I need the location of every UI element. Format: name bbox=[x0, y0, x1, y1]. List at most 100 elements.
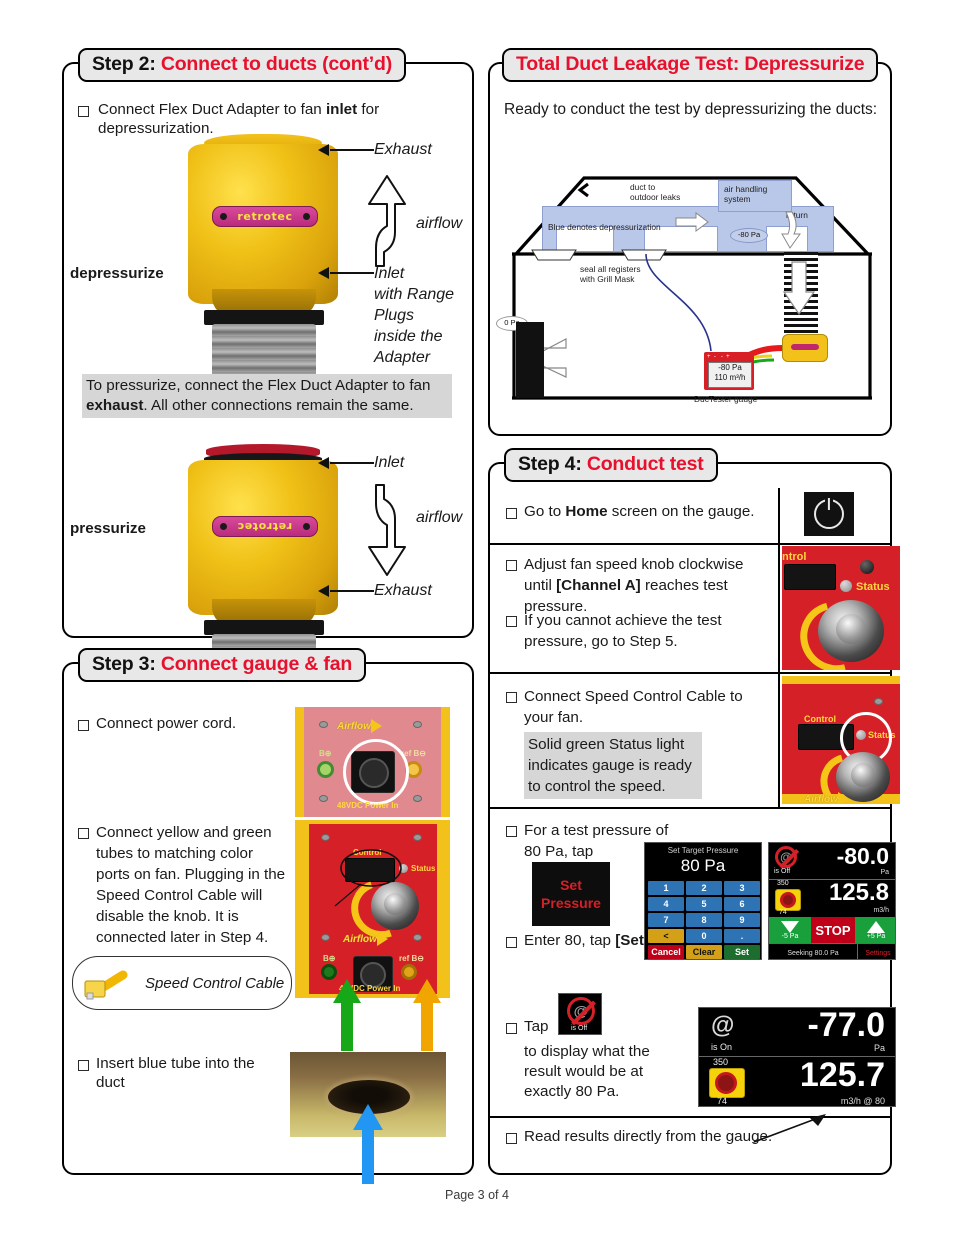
step3-title: Step 3: Connect gauge & fan bbox=[78, 648, 367, 682]
step4-title-step: Step 4: bbox=[518, 453, 582, 475]
keypad-key-2[interactable]: 2 bbox=[686, 881, 722, 895]
callout-exhaust-bottom: Exhaust bbox=[374, 582, 432, 599]
step4-panel: Step 4: Conduct test Go to Home screen o… bbox=[488, 448, 900, 1175]
step4-row7-text: Tap bbox=[524, 1018, 549, 1035]
step3-item-2: Connect yellow and green tubes to matchi… bbox=[96, 824, 286, 946]
gauge1-down-label: -5 Pa bbox=[781, 932, 799, 940]
status-label: Status bbox=[411, 864, 436, 873]
leakage-test-intro: Ready to conduct the test by depressuriz… bbox=[504, 101, 878, 118]
keypad-clear-button[interactable]: Clear bbox=[686, 945, 722, 959]
ductester-gauge-label: DucTester gauge bbox=[694, 394, 758, 404]
keypad-key-9[interactable]: 9 bbox=[724, 913, 760, 927]
step4-checkbox-6[interactable] bbox=[506, 937, 517, 948]
step2-title-name: Connect to ducts (cont’d) bbox=[160, 53, 392, 75]
inlet-arrow-head bbox=[318, 267, 329, 279]
keypad-key-backspace[interactable]: < bbox=[648, 929, 684, 943]
gauge1-stop-button[interactable]: STOP bbox=[811, 917, 855, 943]
gauge1-settings-button[interactable]: Settings bbox=[857, 943, 895, 959]
step4-checkbox-8[interactable] bbox=[506, 1133, 517, 1144]
power-connector-highlight bbox=[343, 739, 409, 805]
port-b-green-2[interactable] bbox=[321, 964, 337, 980]
step4-checkbox-3[interactable] bbox=[506, 616, 517, 627]
airflow-chip-photo: Airflow bbox=[804, 792, 849, 804]
keypad-key-0[interactable]: 0 bbox=[686, 929, 722, 943]
step2-title: Step 2: Connect to ducts (cont’d) bbox=[78, 48, 406, 82]
house-diagram: duct to outdoor leaks air handling syste… bbox=[496, 126, 888, 426]
inlet2-arrow-line bbox=[330, 462, 374, 464]
row-divider-4 bbox=[490, 1116, 890, 1118]
keypad-key-7[interactable]: 7 bbox=[648, 913, 684, 927]
gauge-display: -80 Pa 110 m³/h bbox=[708, 362, 752, 388]
step2-bullet-1-a: Connect Flex Duct Adapter to fan bbox=[98, 101, 326, 118]
gauge1-up-label: +5 Pa bbox=[866, 932, 886, 940]
airflow-label-photo: Airflow bbox=[804, 793, 838, 805]
gauge1-decrease-button[interactable]: -5 Pa bbox=[769, 917, 811, 943]
keypad-key-dot[interactable]: . bbox=[724, 929, 760, 943]
set-pressure-button[interactable]: Set Pressure bbox=[532, 862, 610, 926]
screw2-tl bbox=[321, 834, 330, 841]
keypad-key-4[interactable]: 4 bbox=[648, 897, 684, 911]
step4-checkbox-1[interactable] bbox=[506, 508, 517, 519]
step3-checkbox-2[interactable] bbox=[78, 828, 89, 839]
port-b-label-2: B⊕ bbox=[323, 954, 336, 963]
step3-checkbox-1[interactable] bbox=[78, 720, 89, 731]
callout-airflow-top: airflow bbox=[416, 215, 463, 232]
gauge2-at-icon: @ bbox=[711, 1012, 735, 1039]
screw-br bbox=[413, 795, 422, 802]
gauge-screen-2[interactable]: @ is On -77.0 Pa 350 74 125.7 m3/h @ 80 bbox=[698, 1007, 896, 1107]
gauge-reading-pressure: -80 Pa bbox=[718, 363, 742, 372]
port-b-green[interactable] bbox=[317, 761, 334, 778]
inlet2-arrow-head bbox=[318, 457, 329, 469]
fan-speed-knob-photo[interactable] bbox=[818, 600, 884, 662]
fan-status-photo: Control Status Airflow bbox=[782, 676, 900, 804]
fan-power-panel-photo: Airflow B⊕ ref B⊖ 48VDC Power In bbox=[295, 707, 450, 817]
channel-off-label: is Off bbox=[571, 1025, 588, 1032]
screw-bl bbox=[319, 795, 328, 802]
step2-label-pressurize: pressurize bbox=[70, 520, 146, 537]
screw-tl bbox=[319, 721, 328, 728]
step3-checkbox-3[interactable] bbox=[78, 1060, 89, 1071]
port-refb-yellow-2[interactable] bbox=[401, 964, 417, 980]
keypad-value: 80 Pa bbox=[680, 856, 726, 875]
home-power-button-photo[interactable] bbox=[804, 492, 854, 536]
fan-logo-badge-2: retrotec bbox=[212, 516, 318, 537]
step4-checkbox-5[interactable] bbox=[506, 826, 517, 837]
keypad-key-1[interactable]: 1 bbox=[648, 881, 684, 895]
gauge1-flow: 125.8 bbox=[828, 879, 889, 906]
down-triangle-icon bbox=[781, 920, 799, 933]
gauge1-flow-row: 350 74 125.8 m3/h bbox=[769, 879, 895, 918]
step2-bullet-1-bold: inlet bbox=[325, 101, 358, 118]
airflow-label-2: Airflow bbox=[343, 933, 377, 945]
gauge2-flow-unit: m3/h @ 80 bbox=[840, 1096, 885, 1106]
rj45-port-photo[interactable] bbox=[784, 564, 836, 590]
step4-checkbox-7[interactable] bbox=[506, 1023, 517, 1034]
channel-off-icon-2: @ bbox=[567, 997, 596, 1026]
keypad-key-6[interactable]: 6 bbox=[724, 897, 760, 911]
keypad-set-button[interactable]: Set bbox=[724, 945, 760, 959]
keypad-screen[interactable]: Set Target Pressure 80 Pa 1 2 3 4 5 6 7 … bbox=[644, 842, 762, 960]
gauge1-increase-button[interactable]: +5 Pa bbox=[855, 917, 895, 943]
channel-off-icon[interactable]: @ bbox=[775, 846, 799, 869]
step2-pressurize-note: To pressurize, connect the Flex Duct Ada… bbox=[82, 374, 452, 418]
step4-checkbox-4[interactable] bbox=[506, 692, 517, 703]
step4-checkbox-2[interactable] bbox=[506, 560, 517, 571]
keypad-key-3[interactable]: 3 bbox=[724, 881, 760, 895]
status-led-photo bbox=[840, 580, 852, 592]
fan-strap bbox=[204, 310, 324, 325]
fan-knob-photo: ntrol Status bbox=[782, 546, 900, 670]
callout-inlet-l3: inside the Adapter bbox=[374, 328, 443, 366]
leakage-test-panel: Total Duct Leakage Test: Depressurize Re… bbox=[488, 48, 892, 436]
step4-row3-text: If you cannot achieve the test pressure,… bbox=[524, 612, 722, 650]
channel-off-chip[interactable]: @ is Off bbox=[558, 993, 602, 1035]
keypad-key-5[interactable]: 5 bbox=[686, 897, 722, 911]
gauge-screen-1[interactable]: @ is Off -80.0 Pa 350 74 125.8 m3/h -5 P… bbox=[768, 842, 896, 960]
fan-control-panel-photo: Control Status Airflow B⊕ ref B⊖ 48VDC P… bbox=[295, 820, 450, 998]
blue-arrow-up bbox=[352, 1104, 384, 1184]
step4-row4-text: Connect Speed Control Cable to your fan. bbox=[524, 688, 743, 726]
keypad-key-8[interactable]: 8 bbox=[686, 913, 722, 927]
airflow-triangle-icon bbox=[370, 719, 382, 733]
step2-note-b: . All other connections remain the same. bbox=[143, 397, 414, 414]
step4-title: Step 4: Conduct test bbox=[504, 448, 718, 482]
step2-checkbox-1[interactable] bbox=[78, 106, 89, 117]
keypad-cancel-button[interactable]: Cancel bbox=[648, 945, 684, 959]
